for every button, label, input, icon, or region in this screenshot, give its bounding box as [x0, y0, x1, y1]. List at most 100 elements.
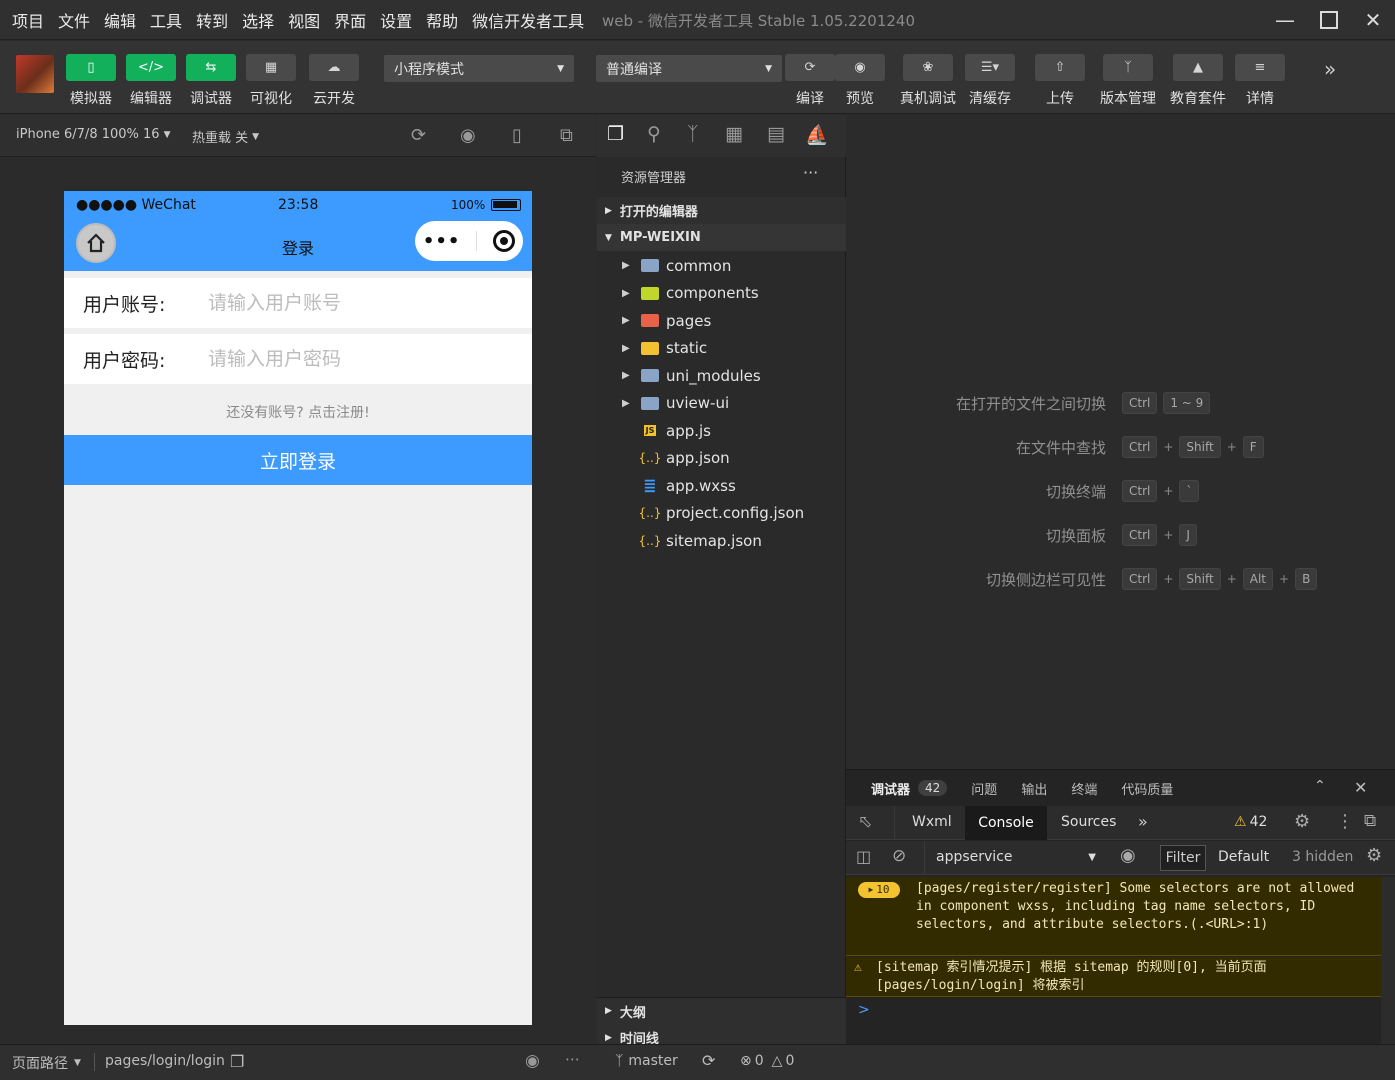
- edu-button[interactable]: ▲ 教育套件: [1170, 54, 1226, 108]
- tree-item[interactable]: {..} project.config.json: [597, 500, 846, 527]
- menu-file[interactable]: 文件: [58, 8, 90, 32]
- dock-icon[interactable]: ⧉: [1364, 811, 1376, 831]
- menu-help[interactable]: 帮助: [426, 8, 458, 32]
- version-button[interactable]: ᛉ 版本管理: [1100, 54, 1156, 108]
- simulator-button[interactable]: ▯ 模拟器: [66, 54, 116, 108]
- console-warning-message[interactable]: ⚠ [sitemap 索引情况提示] 根据 sitemap 的规则[0], 当前…: [846, 957, 1381, 997]
- tree-item[interactable]: ▶ pages: [597, 307, 846, 334]
- clear-console-icon[interactable]: ⊘: [892, 846, 906, 866]
- tree-item[interactable]: ▶ uview-ui: [597, 390, 846, 417]
- menu-tools[interactable]: 工具: [150, 8, 182, 32]
- sidebar-toggle-icon[interactable]: ◫: [856, 847, 871, 866]
- tree-item[interactable]: {..} sitemap.json: [597, 527, 846, 554]
- account-input[interactable]: [208, 292, 508, 314]
- filter-input[interactable]: Filter: [1160, 845, 1206, 871]
- inspect-icon[interactable]: ⬁: [858, 812, 872, 832]
- compile-mode-select[interactable]: 普通编译 ▼: [596, 55, 782, 82]
- branch-indicator[interactable]: ᛉ master: [615, 1053, 678, 1069]
- compile-button[interactable]: ⟳ 编译: [785, 54, 835, 108]
- search-icon[interactable]: ⚲: [647, 123, 661, 145]
- kebab-menu-icon[interactable]: ⋮: [1336, 811, 1354, 832]
- phone-icon[interactable]: ▯: [512, 125, 522, 146]
- eye-icon[interactable]: ◉: [1120, 845, 1136, 866]
- tab-sources[interactable]: Sources: [1061, 814, 1116, 830]
- menu-edit[interactable]: 编辑: [104, 8, 136, 32]
- reload-icon[interactable]: ⟳: [411, 125, 426, 146]
- stop-icon[interactable]: ◉: [460, 125, 476, 146]
- console-prompt[interactable]: >: [858, 1002, 870, 1018]
- eye-icon[interactable]: ◉: [525, 1051, 540, 1071]
- menu-interface[interactable]: 界面: [334, 8, 366, 32]
- mode-select[interactable]: 小程序模式 ▼: [384, 55, 574, 82]
- more-tabs-icon[interactable]: »: [1138, 812, 1148, 831]
- problems-indicator[interactable]: ⊗ 0 △ 0: [740, 1053, 794, 1069]
- open-editors-section[interactable]: ▶ 打开的编辑器: [597, 197, 846, 224]
- menu-view[interactable]: 视图: [288, 8, 320, 32]
- menu-goto[interactable]: 转到: [196, 8, 228, 32]
- minimize-icon[interactable]: —: [1270, 6, 1300, 34]
- extensions-icon[interactable]: ▦: [725, 123, 743, 145]
- preview-button[interactable]: ◉ 预览: [835, 54, 885, 108]
- tree-item[interactable]: {..} app.json: [597, 445, 846, 472]
- menu-project[interactable]: 项目: [12, 8, 44, 32]
- more-actions-icon[interactable]: ···: [803, 163, 818, 182]
- double-chevron-right-icon[interactable]: »: [1324, 57, 1336, 81]
- refresh-icon: ⟳: [785, 54, 835, 81]
- tree-item[interactable]: ▶ static: [597, 335, 846, 362]
- tab-code-quality[interactable]: 代码质量: [1121, 779, 1173, 798]
- context-select[interactable]: appservice ▼: [936, 849, 1096, 865]
- device-select[interactable]: iPhone 6/7/8 100% 16 ▼: [16, 127, 170, 142]
- console-warning-message[interactable]: ▶ 10 [pages/register/register] Some selec…: [846, 877, 1381, 956]
- cloud-button[interactable]: ☁ 云开发: [309, 54, 359, 108]
- hotreload-select[interactable]: 热重载 关 ▼: [192, 127, 259, 146]
- storage-icon[interactable]: ▤: [767, 123, 785, 145]
- tab-output[interactable]: 输出: [1021, 779, 1047, 798]
- tab-console[interactable]: Console: [965, 806, 1047, 840]
- real-debug-button[interactable]: ❀ 真机调试: [900, 54, 956, 108]
- sync-icon[interactable]: ⟳: [702, 1051, 715, 1070]
- folder-icon: [640, 258, 660, 274]
- scrollbar[interactable]: [1381, 877, 1395, 1045]
- more-icon[interactable]: •••: [423, 231, 461, 252]
- password-input[interactable]: [208, 348, 508, 370]
- tab-problems[interactable]: 问题: [971, 779, 997, 798]
- log-level-select[interactable]: Default: [1218, 849, 1269, 865]
- maximize-icon[interactable]: [1314, 6, 1344, 34]
- close-icon[interactable]: ✕: [1358, 6, 1388, 34]
- docker-icon[interactable]: ⛵: [805, 123, 829, 146]
- page-path-select[interactable]: 页面路径 ▼: [12, 1053, 81, 1073]
- copy-icon[interactable]: ❐: [230, 1052, 244, 1071]
- tree-item[interactable]: JS app.js: [597, 417, 846, 444]
- source-control-icon[interactable]: ᛉ: [687, 123, 698, 145]
- gear-icon[interactable]: ⚙: [1294, 811, 1310, 832]
- tab-wxml[interactable]: Wxml: [912, 814, 952, 830]
- close-panel-icon[interactable]: ✕: [1354, 778, 1367, 797]
- menu-wechat-devtools[interactable]: 微信开发者工具: [472, 8, 584, 32]
- tab-debugger[interactable]: 调试器: [871, 779, 910, 798]
- files-icon[interactable]: ❐: [607, 123, 624, 145]
- popout-icon[interactable]: ⧉: [560, 125, 573, 146]
- outline-section[interactable]: ▶ 大纲: [597, 997, 846, 1024]
- avatar[interactable]: [16, 55, 54, 93]
- debugger-button[interactable]: ⇆ 调试器: [186, 54, 236, 108]
- tab-terminal[interactable]: 终端: [1071, 779, 1097, 798]
- project-section[interactable]: ▼ MP-WEIXIN: [597, 224, 846, 251]
- console-settings-icon[interactable]: ⚙: [1366, 845, 1382, 866]
- warning-counter[interactable]: ⚠ 42: [1234, 814, 1267, 830]
- more-icon[interactable]: ⋯: [565, 1050, 580, 1068]
- tree-item[interactable]: ≣ app.wxss: [597, 472, 846, 499]
- tree-item[interactable]: ▶ components: [597, 280, 846, 307]
- editor-button[interactable]: </> 编辑器: [126, 54, 176, 108]
- menu-select[interactable]: 选择: [242, 8, 274, 32]
- tree-item[interactable]: ▶ uni_modules: [597, 362, 846, 389]
- visual-button[interactable]: ▦ 可视化: [246, 54, 296, 108]
- upload-button[interactable]: ⇧ 上传: [1035, 54, 1085, 108]
- tree-item[interactable]: ▶ common: [597, 252, 846, 279]
- clear-cache-button[interactable]: ☰▾ 清缓存: [965, 54, 1015, 108]
- login-button[interactable]: 立即登录: [64, 435, 532, 485]
- close-target-icon[interactable]: [493, 230, 516, 252]
- chevron-up-icon[interactable]: ⌃: [1314, 778, 1326, 794]
- menu-settings[interactable]: 设置: [380, 8, 412, 32]
- register-link[interactable]: 还没有账号? 点击注册!: [64, 402, 532, 422]
- details-button[interactable]: ≡ 详情: [1235, 54, 1285, 108]
